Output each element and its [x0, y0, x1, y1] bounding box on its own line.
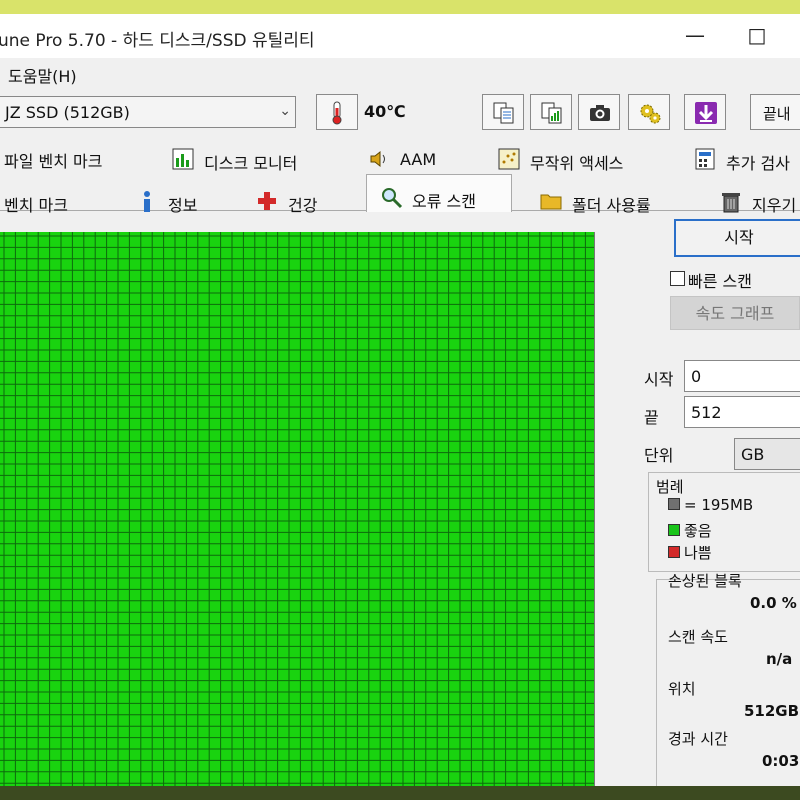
exit-label: 끝내: [763, 105, 791, 123]
start-position-label: 시작: [644, 370, 674, 389]
tab-label: AAM: [400, 150, 437, 169]
tab-label: 디스크 모니터: [204, 154, 298, 173]
tab-benchmark[interactable]: 벤치 마크: [4, 192, 68, 220]
copy-icon: [493, 102, 514, 124]
unit-value: GB: [741, 445, 765, 464]
scatter-plot-icon: [498, 148, 520, 174]
green-swatch-icon: [668, 524, 680, 536]
elapsed-time-value: 0:03: [762, 752, 800, 770]
minimize-button[interactable]: —: [680, 20, 710, 50]
menu-help[interactable]: 도움말(H): [8, 63, 77, 87]
scan-block-grid-svg: [0, 232, 594, 786]
damaged-blocks-label: 손상된 블록: [668, 572, 742, 590]
window-title: une Pro 5.70 - 하드 디스크/SSD 유틸리티: [0, 31, 315, 51]
quick-scan-label: 빠른 스캔: [688, 272, 752, 291]
tab-label: 정보: [168, 196, 198, 215]
gears-icon: [640, 104, 661, 124]
unit-select[interactable]: GB: [734, 438, 800, 470]
copy-screen-button[interactable]: [530, 94, 572, 130]
options-button[interactable]: [628, 94, 670, 130]
end-position-value: 512: [691, 403, 722, 422]
legend-good: 좋음: [668, 520, 712, 541]
position-value: 512GB: [744, 702, 800, 720]
screen-bezel-top: [0, 0, 800, 14]
quick-scan-checkbox[interactable]: [670, 271, 685, 286]
tab-label: 무작위 액세스: [530, 154, 624, 173]
camera-icon: [590, 105, 610, 121]
toolbar: JZ SSD (512GB) ⌄ 40℃ 끝내: [0, 86, 800, 144]
bar-chart-icon: [172, 148, 194, 174]
copy-info-button[interactable]: [482, 94, 524, 130]
drive-select[interactable]: JZ SSD (512GB) ⌄: [0, 96, 296, 128]
screen-bezel-bottom: [0, 786, 800, 800]
chevron-down-icon: ⌄: [279, 103, 291, 119]
legend-block-size: = 195MB: [668, 496, 753, 514]
speed-graph-button[interactable]: 속도 그래프: [670, 296, 800, 330]
legend-block-label: = 195MB: [684, 496, 754, 514]
title-bar: une Pro 5.70 - 하드 디스크/SSD 유틸리티 — □: [0, 14, 800, 58]
tab-label: 파일 벤치 마크: [4, 152, 103, 171]
tab-label: 오류 스캔: [412, 192, 476, 211]
scan-block-grid: [0, 232, 595, 786]
start-position-field[interactable]: 0: [684, 360, 800, 392]
download-arrow-icon: [695, 102, 717, 124]
menu-bar: 도움말(H): [0, 58, 800, 86]
download-button[interactable]: [684, 94, 726, 130]
tab-label: 추가 검사: [726, 154, 790, 173]
tab-label: 지우기: [752, 196, 797, 215]
end-position-label: 끝: [644, 408, 659, 427]
position-label: 위치: [668, 680, 696, 698]
temperature-button[interactable]: [316, 94, 358, 130]
trash-icon: [720, 190, 742, 218]
legend-title: 범례: [656, 478, 684, 496]
elapsed-time-label: 경과 시간: [668, 730, 728, 748]
speaker-icon: [368, 148, 390, 174]
app-window: une Pro 5.70 - 하드 디스크/SSD 유틸리티 — □ 도움말(H…: [0, 14, 800, 786]
legend-good-label: 좋음: [684, 522, 712, 540]
damaged-blocks-value: 0.0 %: [750, 594, 797, 612]
legend-bad: 나쁨: [668, 542, 712, 563]
tab-strip: 파일 벤치 마크 디스크 모니터 AAM 무작위 액세스 추가 검사 벤치 마크…: [0, 144, 800, 216]
scan-speed-value: n/a: [766, 650, 793, 668]
tab-label: 건강: [288, 196, 318, 215]
exit-button[interactable]: 끝내: [750, 94, 800, 130]
start-position-value: 0: [691, 367, 702, 386]
unit-label: 단위: [644, 446, 674, 465]
calculator-icon: [694, 148, 716, 174]
screenshot-button[interactable]: [578, 94, 620, 130]
end-position-field[interactable]: 512: [684, 396, 800, 428]
red-cross-icon: [256, 190, 278, 216]
tab-label: 벤치 마크: [4, 196, 68, 215]
tab-label: 폴더 사용률: [572, 196, 651, 215]
red-swatch-icon: [668, 546, 680, 558]
tab-file-benchmark[interactable]: 파일 벤치 마크: [4, 148, 103, 176]
legend-bad-label: 나쁨: [684, 544, 712, 562]
thermometer-icon: [332, 101, 342, 125]
maximize-button[interactable]: □: [742, 20, 772, 50]
magnifier-icon: [380, 186, 404, 214]
gray-swatch-icon: [668, 498, 680, 510]
info-icon: [136, 190, 158, 218]
temperature-value: 40℃: [364, 102, 406, 121]
folder-icon: [540, 190, 562, 216]
copy-chart-icon: [541, 102, 562, 124]
start-button[interactable]: 시작: [674, 219, 800, 257]
drive-select-label: JZ SSD (512GB): [5, 103, 130, 122]
scan-speed-label: 스캔 속도: [668, 628, 728, 646]
